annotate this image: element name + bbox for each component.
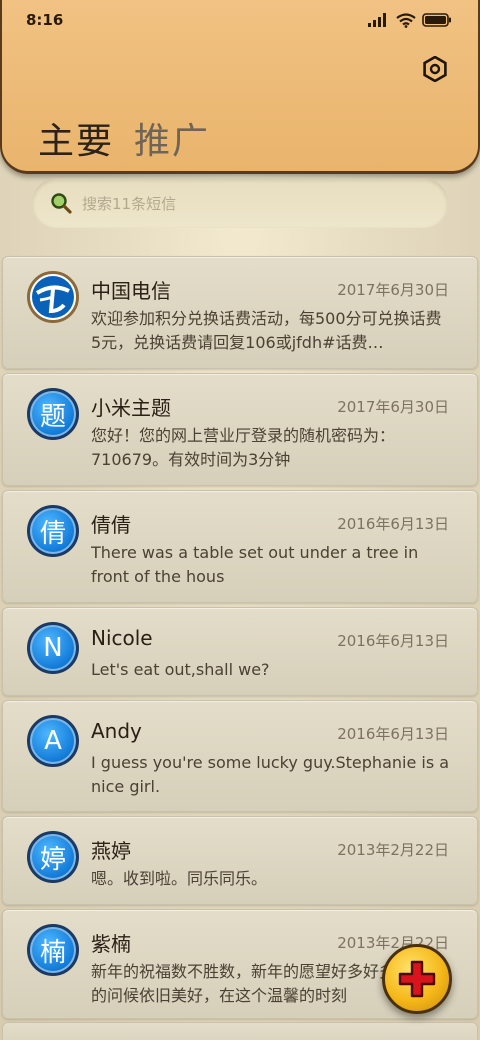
- avatar: N: [27, 622, 79, 674]
- sender-name: 倩倩: [91, 513, 131, 537]
- new-message-button[interactable]: [382, 944, 452, 1014]
- search-placeholder: 搜索11条短信: [82, 194, 177, 213]
- message-item[interactable]: 倩 倩倩 2016年6月13日 There was a table set ou…: [2, 490, 478, 603]
- tab-main[interactable]: 主要: [38, 112, 114, 164]
- tab-bar: 主要 推广: [38, 112, 210, 164]
- message-item[interactable]: N Nicole 2016年6月13日 Let's eat out,shall …: [2, 607, 478, 696]
- status-time: 8:16: [26, 11, 64, 29]
- signal-icon: [368, 13, 386, 27]
- china-telecom-logo-icon: [32, 276, 74, 318]
- app-header: 8:16 主要 推广: [0, 0, 480, 174]
- status-icons: [368, 12, 452, 28]
- message-item[interactable]: [2, 1022, 478, 1040]
- tab-promotions[interactable]: 推广: [134, 112, 210, 164]
- message-date: 2016年6月13日: [337, 632, 449, 650]
- avatar: [27, 271, 79, 323]
- message-date: 2017年6月30日: [337, 281, 449, 299]
- search-icon: [51, 193, 72, 214]
- avatar: 婷: [27, 831, 79, 883]
- avatar: 题: [27, 388, 79, 440]
- message-preview: Let's eat out,shall we?: [91, 660, 270, 679]
- message-item[interactable]: A Andy 2016年6月13日 I guess you're some lu…: [2, 700, 478, 812]
- message-date: 2016年6月13日: [337, 515, 449, 533]
- sender-name: 燕婷: [91, 839, 131, 863]
- message-date: 2013年2月22日: [337, 841, 449, 859]
- message-preview: 您好！您的网上营业厅登录的随机密码为：710679。有效时间为3分钟: [91, 426, 396, 469]
- status-bar: 8:16: [2, 0, 478, 40]
- search-bar[interactable]: 搜索11条短信: [32, 178, 448, 228]
- avatar: 倩: [27, 505, 79, 557]
- message-preview: I guess you're some lucky guy.Stephanie …: [91, 753, 450, 796]
- plus-icon: [398, 960, 436, 998]
- message-item[interactable]: 婷 燕婷 2013年2月22日 嗯。收到啦。同乐同乐。: [2, 816, 478, 905]
- avatar: 楠: [27, 924, 79, 976]
- message-item[interactable]: 题 小米主题 2017年6月30日 您好！您的网上营业厅登录的随机密码为：710…: [2, 373, 478, 486]
- settings-hexagon-icon[interactable]: [422, 56, 448, 82]
- message-preview: 嗯。收到啦。同乐同乐。: [91, 869, 268, 888]
- battery-icon: [422, 13, 451, 27]
- sender-name: 中国电信: [91, 279, 171, 303]
- sender-name: 小米主题: [91, 396, 171, 420]
- message-preview: 欢迎参加积分兑换话费活动，每500分可兑换话费5元，兑换话费请回复106或jfd…: [91, 309, 442, 352]
- sender-name: Nicole: [91, 626, 153, 650]
- sender-name: 紫楠: [91, 932, 131, 956]
- message-date: 2016年6月13日: [337, 725, 449, 743]
- avatar: A: [27, 715, 79, 767]
- message-preview: There was a table set out under a tree i…: [91, 543, 419, 586]
- sender-name: Andy: [91, 719, 142, 743]
- message-date: 2017年6月30日: [337, 398, 449, 416]
- wifi-icon: [396, 12, 416, 28]
- message-item[interactable]: 中国电信 2017年6月30日 欢迎参加积分兑换话费活动，每500分可兑换话费5…: [2, 256, 478, 369]
